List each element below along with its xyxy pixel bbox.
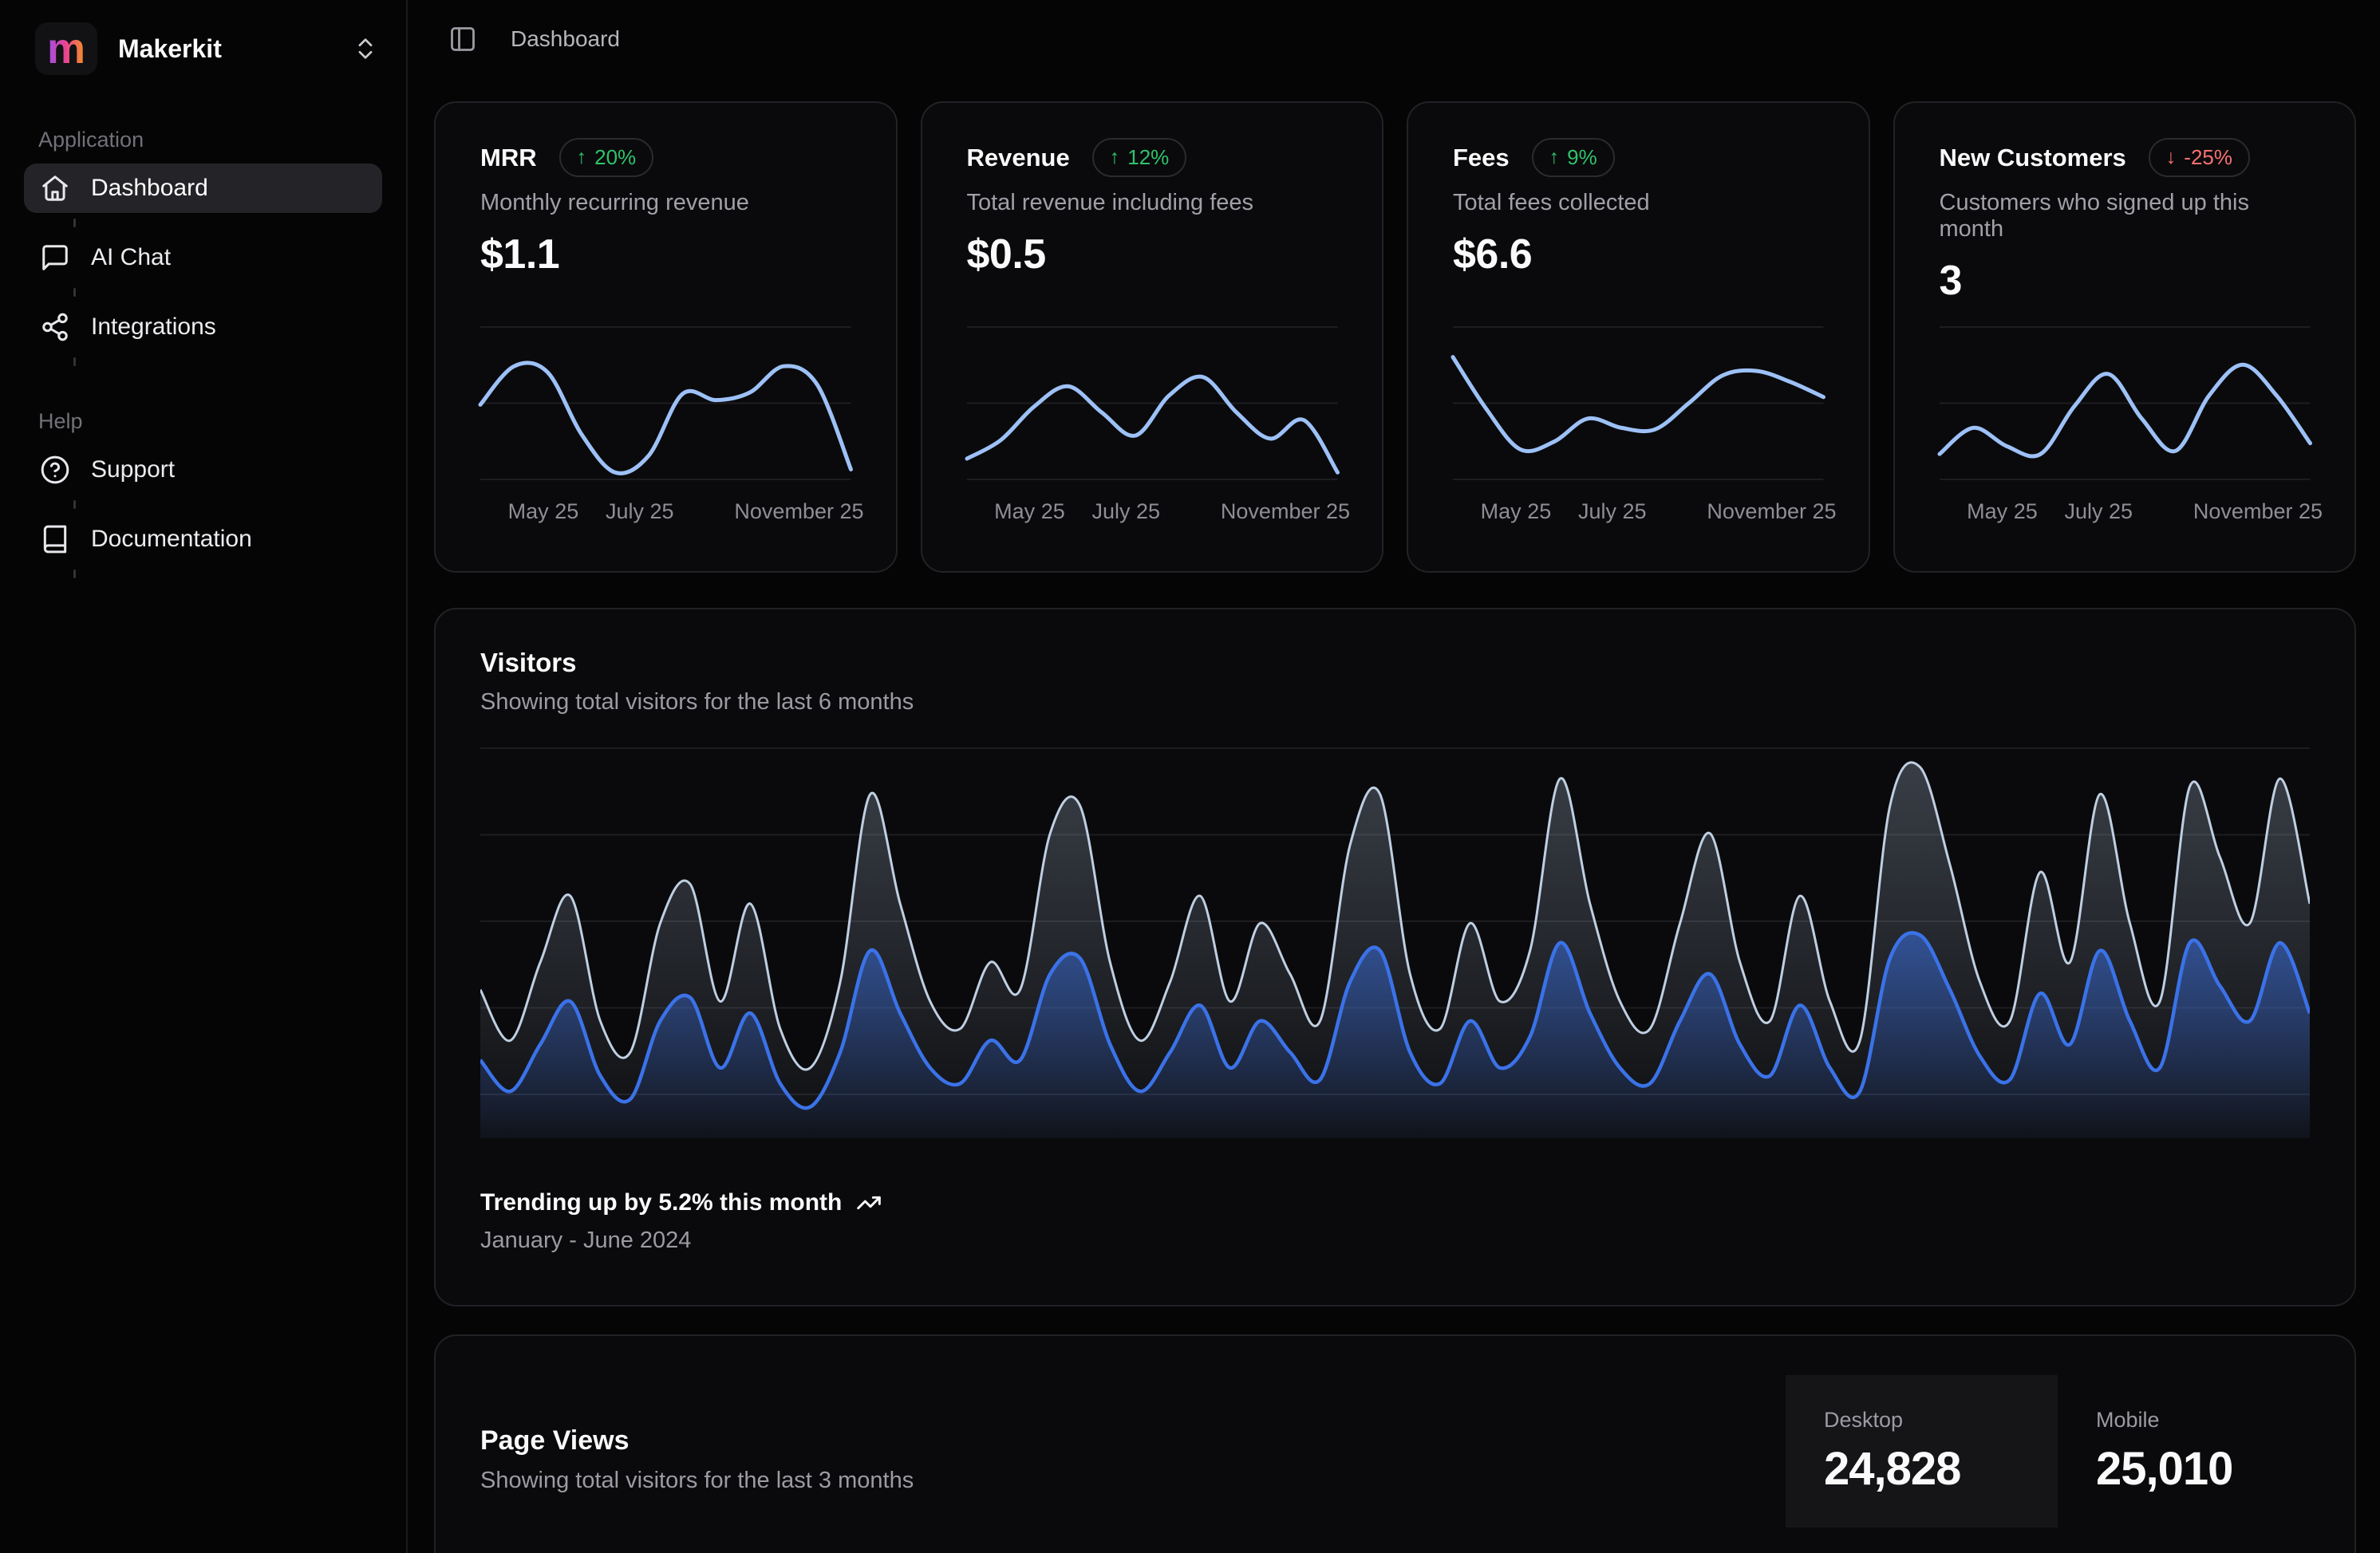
visitors-title: Visitors [480,648,2310,678]
page-views-card: Page Views Showing total visitors for th… [434,1334,2356,1553]
stat-title: MRR [480,144,537,172]
stat-value: $6.6 [1453,231,1824,278]
dashboard-page: m Makerkit Application Dashboard AI Chat [0,0,2380,1553]
arrow-down-icon: ↓ [2166,146,2177,169]
sidebar-item-label: Support [91,456,175,483]
desktop-metric-button[interactable]: Desktop 24,828 [1786,1375,2058,1527]
badge-value: 20% [594,145,636,170]
trending-up-icon [856,1190,882,1216]
chat-icon [40,242,70,273]
chevrons-up-down-icon [352,35,379,62]
breadcrumb: Dashboard [511,26,620,52]
trend-badge: ↓ -25% [2149,138,2250,177]
sidebar-item-label: AI Chat [91,244,171,271]
axis-tick: July 25 [1578,499,1647,524]
trend-badge: ↑ 9% [1532,138,1615,177]
makerkit-logo: m [35,22,97,75]
stat-card-fees: Fees ↑ 9% Total fees collected $6.6 May … [1407,101,1870,573]
stat-description: Total fees collected [1453,190,1824,216]
metric-value: 25,010 [2096,1442,2291,1496]
axis-tick: July 25 [2064,499,2133,524]
sidebar-section-application: Application [38,128,382,152]
stat-description: Customers who signed up this month [1940,190,2311,242]
arrow-up-icon: ↑ [577,146,587,169]
sidebar-item-support[interactable]: Support [24,445,382,495]
sidebar-item-integrations[interactable]: Integrations [24,302,382,352]
help-circle-icon [40,455,70,485]
share-icon [40,312,70,342]
page-views-title: Page Views [480,1425,914,1456]
axis-tick: May 25 [994,499,1065,524]
metric-label: Mobile [2096,1408,2291,1433]
stat-title: Revenue [967,144,1070,172]
badge-value: -25% [2184,145,2232,170]
sparkline-chart: May 25 July 25 November 25 [967,326,1338,526]
stat-card-mrr: MRR ↑ 20% Monthly recurring revenue $1.1… [434,101,898,573]
metric-value: 24,828 [1824,1442,2019,1496]
stat-title: New Customers [1940,144,2126,172]
item-separator-dash [73,357,76,366]
stat-description: Monthly recurring revenue [480,190,851,216]
trend-date-range: January - June 2024 [480,1228,2310,1254]
stats-grid: MRR ↑ 20% Monthly recurring revenue $1.1… [434,101,2356,573]
stat-value: $0.5 [967,231,1338,278]
metric-label: Desktop [1824,1408,2019,1433]
item-separator-dash [73,500,76,509]
workspace-name: Makerkit [118,34,222,64]
sidebar-section-help: Help [38,409,382,434]
home-icon [40,173,70,203]
stat-card-revenue: Revenue ↑ 12% Total revenue including fe… [921,101,1384,573]
sidebar-item-label: Documentation [91,526,252,553]
badge-value: 9% [1567,145,1597,170]
sparkline-chart: May 25 July 25 November 25 [480,326,851,526]
sidebar-item-documentation[interactable]: Documentation [24,514,382,564]
axis-tick: May 25 [1967,499,2038,524]
stat-card-new-customers: New Customers ↓ -25% Customers who signe… [1893,101,2357,573]
trend-text: Trending up by 5.2% this month [480,1189,842,1216]
axis-tick: November 25 [1707,499,1836,524]
sidebar-item-dashboard[interactable]: Dashboard [24,164,382,213]
axis-tick: May 25 [1481,499,1552,524]
arrow-up-icon: ↑ [1110,146,1120,169]
axis-tick: July 25 [1091,499,1160,524]
badge-value: 12% [1127,145,1169,170]
mobile-metric-button[interactable]: Mobile 25,010 [2058,1375,2330,1527]
sparkline-chart: May 25 July 25 November 25 [1940,326,2311,526]
trend-badge: ↑ 12% [1092,138,1187,177]
trend-badge: ↑ 20% [559,138,654,177]
sidebar: m Makerkit Application Dashboard AI Chat [0,0,408,1553]
visitors-card: Visitors Showing total visitors for the … [434,608,2356,1307]
sidebar-item-label: Dashboard [91,175,208,202]
stat-title: Fees [1453,144,1510,172]
axis-tick: November 25 [734,499,863,524]
top-bar: Dashboard [434,0,2356,78]
makerkit-logo-letter: m [47,27,85,70]
book-icon [40,524,70,554]
workspace-selector[interactable]: m Makerkit [24,22,382,75]
arrow-up-icon: ↑ [1549,146,1560,169]
page-views-metrics: Desktop 24,828 Mobile 25,010 [1786,1336,2354,1553]
page-views-subtitle: Showing total visitors for the last 3 mo… [480,1468,914,1494]
sidebar-toggle-icon[interactable] [448,25,477,53]
stat-value: $1.1 [480,231,851,278]
axis-tick: May 25 [508,499,579,524]
main-content: Dashboard MRR ↑ 20% Monthly recurring re… [408,0,2380,1553]
stat-value: 3 [1940,257,2311,305]
axis-tick: July 25 [606,499,674,524]
visitors-subtitle: Showing total visitors for the last 6 mo… [480,689,2310,715]
axis-tick: November 25 [2193,499,2323,524]
item-separator-dash [73,288,76,297]
axis-tick: November 25 [1221,499,1350,524]
item-separator-dash [73,219,76,227]
sidebar-item-label: Integrations [91,313,216,341]
item-separator-dash [73,570,76,578]
sparkline-chart: May 25 July 25 November 25 [1453,326,1824,526]
stat-description: Total revenue including fees [967,190,1338,216]
sidebar-item-ai-chat[interactable]: AI Chat [24,233,382,282]
visitors-area-chart [480,747,2310,1138]
